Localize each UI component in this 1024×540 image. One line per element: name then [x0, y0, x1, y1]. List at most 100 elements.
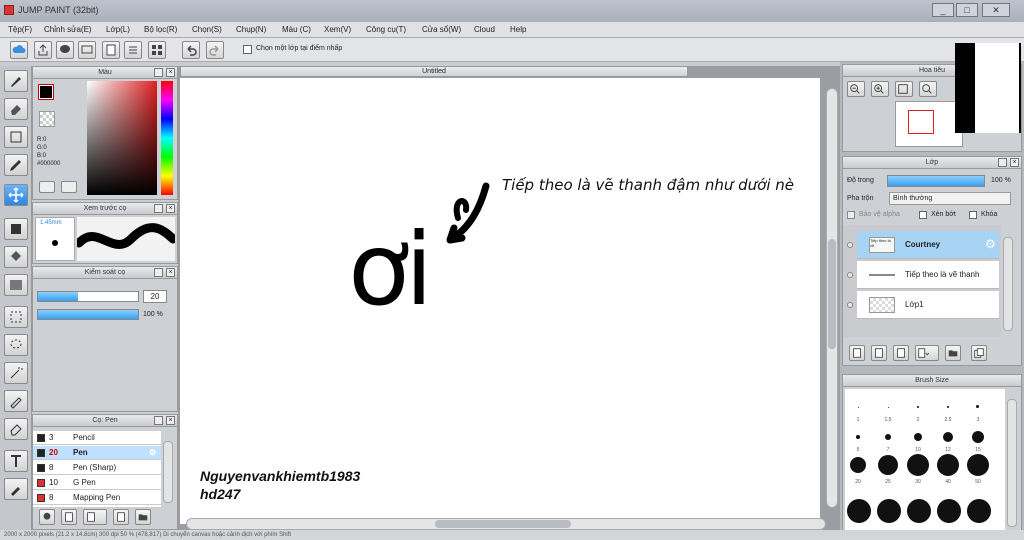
- navigator-viewport-rect[interactable]: [908, 110, 934, 134]
- protect-alpha-checkbox[interactable]: [847, 211, 855, 219]
- size-dot-1[interactable]: [858, 407, 859, 408]
- blend-mode-select[interactable]: Bình thường: [889, 192, 1011, 205]
- brush-opacity-slider[interactable]: [37, 309, 139, 320]
- layer-item-layer1[interactable]: Lớp1: [847, 291, 999, 319]
- layer-folder-button[interactable]: [945, 345, 961, 361]
- panel-float-icon[interactable]: [154, 204, 163, 213]
- brush-copy-button[interactable]: [83, 509, 107, 525]
- tool-eraser[interactable]: [4, 98, 28, 120]
- menu-edit[interactable]: Chỉnh sửa(E): [44, 25, 92, 34]
- menu-help[interactable]: Help: [510, 25, 526, 34]
- menu-tools[interactable]: Công cụ(T): [366, 25, 406, 34]
- menu-view[interactable]: Xem(V): [324, 25, 351, 34]
- brush-item-pen-sharp[interactable]: 8 Pen (Sharp): [33, 461, 161, 475]
- tool-move[interactable]: [4, 184, 28, 206]
- tool-lasso[interactable]: [4, 334, 28, 356]
- menu-capture[interactable]: Chụp(N): [236, 25, 266, 34]
- brush-group-button[interactable]: [39, 509, 55, 525]
- brush-settings-gear-icon[interactable]: ⚙: [149, 446, 156, 459]
- size-dot-1-5[interactable]: [888, 407, 889, 408]
- canvas-horizontal-scrollbar[interactable]: [186, 518, 826, 530]
- new-halftone-layer-button[interactable]: [893, 345, 909, 361]
- layer-item-text[interactable]: Tiếp theo là vẽ thanh: [847, 261, 999, 289]
- close-button[interactable]: ✕: [982, 3, 1010, 17]
- tool-select-pen[interactable]: [4, 390, 28, 412]
- clipping-checkbox[interactable]: [919, 211, 927, 219]
- zoom-in-button[interactable]: [871, 81, 889, 97]
- grid-button[interactable]: [148, 41, 166, 59]
- panel-float-icon[interactable]: [154, 268, 163, 277]
- layer-item-courtney[interactable]: Tiếp theo là vẽ Courtney ⚙: [847, 231, 999, 259]
- tool-magic-wand[interactable]: [4, 362, 28, 384]
- size-dot-50[interactable]: [967, 454, 989, 476]
- menu-layer[interactable]: Lớp(L): [106, 25, 130, 34]
- comment-button[interactable]: [56, 41, 74, 59]
- zoom-actual-button[interactable]: [919, 81, 937, 97]
- layer-settings-gear-icon[interactable]: ⚙: [985, 237, 996, 251]
- brush-size-slider[interactable]: [37, 291, 139, 302]
- size-dot-40[interactable]: [937, 454, 959, 476]
- undo-button[interactable]: [182, 41, 200, 59]
- brush-size-input[interactable]: 20: [143, 290, 167, 303]
- size-dot-5[interactable]: [856, 435, 860, 439]
- screen-button[interactable]: [78, 41, 96, 59]
- cloud-button[interactable]: [10, 41, 28, 59]
- visibility-eye-icon[interactable]: [847, 242, 853, 248]
- size-dot-large[interactable]: [937, 499, 961, 523]
- brush-item-pencil[interactable]: 3 Pencil: [33, 431, 161, 445]
- visibility-eye-icon[interactable]: [847, 302, 853, 308]
- vertical-scroll-thumb[interactable]: [828, 239, 836, 349]
- foreground-color-swatch[interactable]: [38, 84, 54, 100]
- menu-filter[interactable]: Bộ lọc(R): [144, 25, 177, 34]
- menu-file[interactable]: Tệp(F): [8, 25, 32, 34]
- tool-rectangle[interactable]: [4, 126, 28, 148]
- maximize-button[interactable]: □: [956, 3, 978, 17]
- brush-list-scrollbar[interactable]: [163, 441, 173, 503]
- drawing-canvas[interactable]: Tiếp theo là vẽ thanh đậm như dưới nè ơi…: [180, 78, 820, 524]
- tool-text[interactable]: [4, 450, 28, 472]
- export-button[interactable]: [34, 41, 52, 59]
- size-dot-20[interactable]: [850, 457, 866, 473]
- panel-float-icon[interactable]: [154, 416, 163, 425]
- panel-close-icon[interactable]: ×: [166, 416, 175, 425]
- tool-select-rect[interactable]: [4, 306, 28, 328]
- size-dot-30[interactable]: [907, 454, 929, 476]
- menu-color[interactable]: Màu (C): [282, 25, 311, 34]
- tool-gradient[interactable]: [4, 274, 28, 296]
- panel-close-icon[interactable]: ×: [166, 68, 175, 77]
- new-layer-button[interactable]: [849, 345, 865, 361]
- size-dot-10[interactable]: [914, 433, 922, 441]
- size-dot-2[interactable]: [917, 406, 919, 408]
- size-dot-12[interactable]: [943, 432, 953, 442]
- size-dot-2-5[interactable]: [947, 406, 949, 408]
- size-dot-large[interactable]: [877, 499, 901, 523]
- document-tab[interactable]: Untitled: [180, 66, 688, 77]
- tool-select-eraser[interactable]: [4, 418, 28, 440]
- panel-close-icon[interactable]: ×: [1010, 158, 1019, 167]
- size-dot-large[interactable]: [847, 499, 871, 523]
- menu-cloud[interactable]: Cloud: [474, 25, 495, 34]
- panel-float-icon[interactable]: [998, 158, 1007, 167]
- minimize-button[interactable]: _: [932, 3, 954, 17]
- color-swap-button[interactable]: [61, 181, 77, 193]
- lock-checkbox[interactable]: [969, 211, 977, 219]
- zoom-out-button[interactable]: [847, 81, 865, 97]
- tool-eyedropper[interactable]: [4, 478, 28, 500]
- layer-menu-button[interactable]: [915, 345, 939, 361]
- page-button[interactable]: [102, 41, 120, 59]
- tool-brush[interactable]: [4, 70, 28, 92]
- menu-select[interactable]: Chọn(S): [192, 25, 222, 34]
- navigator-thumbnail[interactable]: [895, 101, 963, 147]
- duplicate-layer-button[interactable]: [971, 345, 987, 361]
- layer-opacity-slider[interactable]: [887, 175, 985, 187]
- brush-folder-button[interactable]: [135, 509, 151, 525]
- list-button[interactable]: [124, 41, 142, 59]
- size-dot-large[interactable]: [967, 499, 991, 523]
- size-dot-large[interactable]: [907, 499, 931, 523]
- transparent-color-swatch[interactable]: [39, 111, 55, 127]
- brush-item-mapping-pen[interactable]: 8 Mapping Pen: [33, 491, 161, 505]
- fit-button[interactable]: [895, 81, 913, 97]
- menu-window[interactable]: Cửa sổ(W): [422, 25, 461, 34]
- size-dot-25[interactable]: [878, 455, 898, 475]
- panel-close-icon[interactable]: ×: [166, 268, 175, 277]
